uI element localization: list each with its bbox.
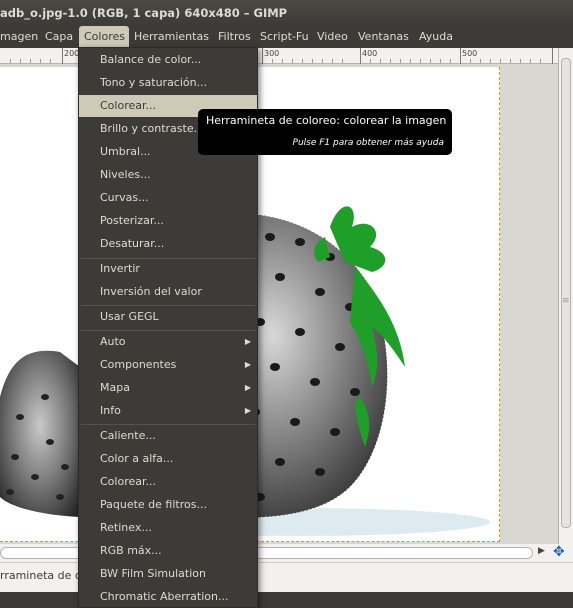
tooltip-help: Pulse F1 para obtener más ayuda [292, 138, 444, 148]
menu-item-color-balance[interactable]: Balance de color... [79, 49, 257, 71]
menu-item-use-gegl[interactable]: Usar GEGL [79, 306, 257, 328]
ruler-label: 300 [264, 49, 280, 58]
menu-item-levels[interactable]: Niveles... [79, 164, 257, 186]
menu-item-value-invert[interactable]: Inversión del valor [79, 281, 257, 303]
submenu-arrow-icon: ▶ [244, 383, 251, 392]
menu-bar: magen Capa Colores Herramientas Filtros … [0, 26, 573, 47]
menu-item-posterize[interactable]: Posterizar... [79, 210, 257, 232]
menu-colors[interactable]: Colores [79, 26, 129, 47]
scroll-right-icon[interactable]: ▶ [538, 546, 545, 556]
ruler-tick [262, 48, 263, 64]
ruler-label: 500 [462, 49, 478, 58]
menu-item-invert[interactable]: Invertir [79, 258, 257, 280]
menu-image[interactable]: magen [0, 26, 38, 47]
menu-item-max-rgb[interactable]: RGB máx... [79, 540, 257, 562]
vertical-scrollbar[interactable]: ≡ [558, 48, 573, 544]
menu-item-hot[interactable]: Caliente... [79, 425, 257, 447]
menu-tools[interactable]: Herramientas [134, 26, 210, 47]
submenu-arrow-icon: ▶ [244, 337, 251, 346]
menu-filters[interactable]: Filtros [218, 26, 252, 47]
ruler-label: 400 [362, 49, 378, 58]
submenu-arrow-icon: ▶ [244, 406, 251, 415]
ruler-tick [460, 48, 461, 64]
ruler-tick [360, 48, 361, 64]
window-title: adb_o.jpg-1.0 (RGB, 1 capa) 640x480 – GI… [0, 0, 573, 26]
menu-item-chromatic-aberration[interactable]: Chromatic Aberration... [79, 586, 257, 608]
menu-help[interactable]: Ayuda [419, 26, 453, 47]
menu-item-color-to-alpha[interactable]: Color a alfa... [79, 448, 257, 470]
status-text: rramineta de c [0, 569, 81, 582]
menu-item-desaturate[interactable]: Desaturar... [79, 233, 257, 255]
menu-windows[interactable]: Ventanas [358, 26, 410, 47]
menu-item-retinex[interactable]: Retinex... [79, 517, 257, 539]
ruler-tick [552, 48, 553, 64]
menu-item-map[interactable]: Mapa ▶ [79, 377, 257, 399]
menu-video[interactable]: Video [317, 26, 349, 47]
ruler-label: 200 [64, 49, 80, 58]
submenu-arrow-icon: ▶ [244, 360, 251, 369]
vertical-scroll-thumb[interactable] [561, 58, 571, 528]
menu-item-filter-pack[interactable]: Paquete de filtros... [79, 494, 257, 516]
tooltip-title: Herramineta de coloreo: colorear la imag… [206, 114, 447, 127]
menu-item-hue-saturation[interactable]: Tono y saturación... [79, 72, 257, 94]
grip-icon: ≡ [562, 296, 570, 306]
ruler-tick [62, 48, 63, 64]
menu-layer[interactable]: Capa [45, 26, 75, 47]
menu-item-bw-film-simulation[interactable]: BW Film Simulation [79, 563, 257, 585]
tooltip: Herramineta de coloreo: colorear la imag… [198, 109, 452, 155]
menu-script-fu[interactable]: Script-Fu [260, 26, 310, 47]
menu-item-components[interactable]: Componentes ▶ [79, 354, 257, 376]
menu-item-colorify[interactable]: Colorear... [79, 471, 257, 493]
menu-item-auto[interactable]: Auto ▶ [79, 331, 257, 353]
navigate-icon[interactable]: ✥ [553, 544, 565, 560]
menu-item-curves[interactable]: Curvas... [79, 187, 257, 209]
menu-item-info[interactable]: Info ▶ [79, 400, 257, 422]
